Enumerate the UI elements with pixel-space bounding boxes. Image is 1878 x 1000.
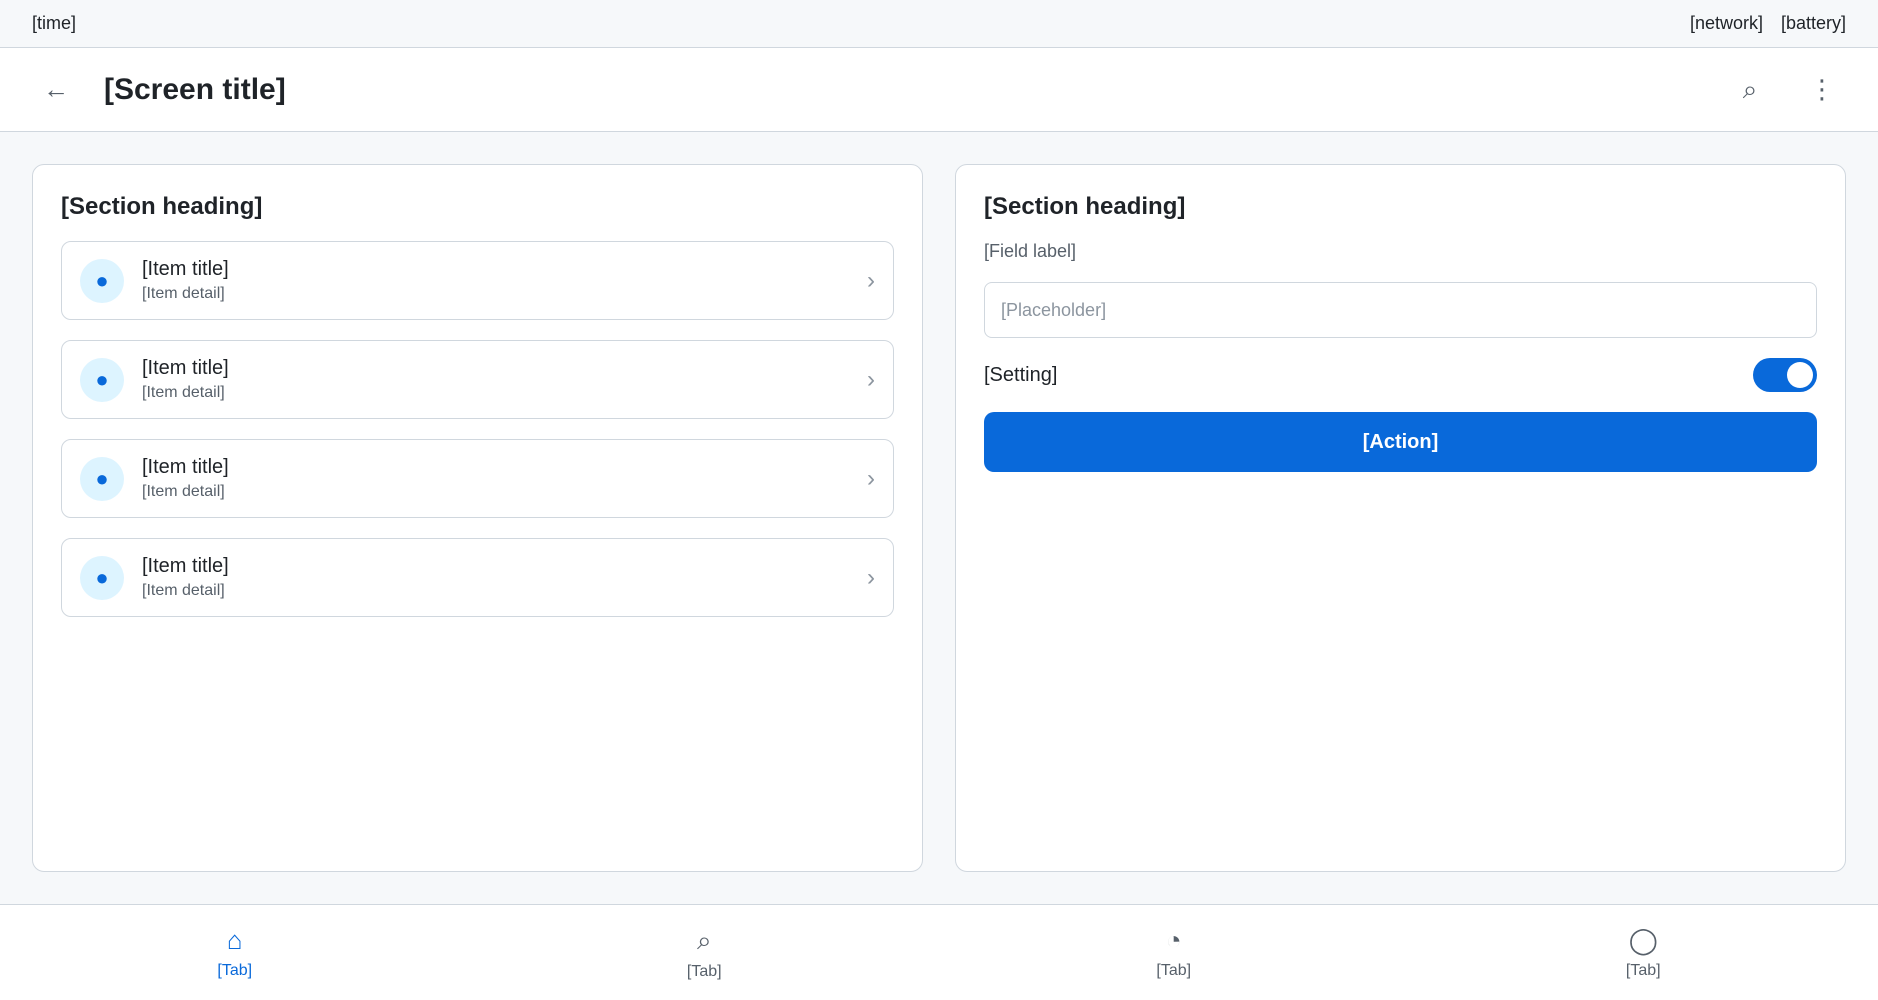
list-item[interactable]: ● [Item title] [Item detail] ›: [61, 340, 894, 419]
search-icon[interactable]: ⌕: [1726, 66, 1774, 114]
toggle-label: [Setting]: [984, 363, 1058, 386]
app-screen: [time] [network] [battery] ← [Screen tit…: [0, 0, 1878, 1000]
item-icon: ●: [80, 456, 124, 501]
item-text: [Item title] [Item detail]: [142, 555, 849, 600]
status-indicators: [network] [battery]: [1690, 13, 1846, 34]
field-label: [Field label]: [984, 241, 1077, 261]
nav-item-4[interactable]: ◯ [Tab]: [1409, 905, 1878, 1000]
item-text: [Item title] [Item detail]: [142, 258, 849, 303]
home-icon: ⌂: [226, 925, 243, 955]
status-bar: [time] [network] [battery]: [0, 0, 1878, 48]
item-icon: ●: [80, 258, 124, 303]
nav-label: [Tab]: [217, 962, 253, 979]
item-title: [Item title]: [142, 357, 229, 379]
chevron-right-icon: ›: [867, 464, 875, 492]
item-icon: ●: [80, 357, 124, 402]
main-content: [Section heading] ● [Item title] [Item d…: [0, 132, 1878, 904]
nav-label: [Tab]: [1625, 962, 1661, 979]
profile-icon: ◯: [1628, 925, 1658, 955]
bell-icon: ◔: [1165, 925, 1182, 955]
item-title: [Item title]: [142, 555, 229, 577]
item-title: [Item title]: [142, 258, 229, 280]
chevron-right-icon: ›: [867, 365, 875, 393]
nav-item-2[interactable]: ⌕ [Tab]: [470, 905, 940, 1000]
text-field[interactable]: [984, 282, 1817, 338]
list-item[interactable]: ● [Item title] [Item detail] ›: [61, 241, 894, 320]
item-subtitle: [Item detail]: [142, 582, 225, 599]
submit-button[interactable]: [Action]: [984, 412, 1817, 472]
nav-item-3[interactable]: ◔ [Tab]: [939, 905, 1409, 1000]
app-bar: ← [Screen title] ⌕ ⋮: [0, 48, 1878, 132]
form-heading: [Section heading]: [984, 193, 1186, 220]
item-subtitle: [Item detail]: [142, 483, 225, 500]
nav-label: [Tab]: [1156, 962, 1192, 979]
form-panel: [Section heading] [Field label] [Setting…: [955, 164, 1846, 872]
status-time: [time]: [32, 13, 77, 33]
screen-title: [Screen title]: [104, 72, 286, 106]
toggle-row: [Setting]: [984, 358, 1817, 392]
list-heading: [Section heading]: [61, 193, 263, 220]
bottom-nav: ⌂ [Tab] ⌕ [Tab] ◔ [Tab] ◯ [Tab]: [0, 904, 1878, 1000]
item-text: [Item title] [Item detail]: [142, 357, 849, 402]
item-subtitle: [Item detail]: [142, 285, 225, 302]
chevron-right-icon: ›: [867, 266, 875, 294]
search-icon: ⌕: [696, 924, 712, 955]
nav-item-1[interactable]: ⌂ [Tab]: [0, 905, 470, 1000]
more-icon[interactable]: ⋮: [1798, 66, 1846, 114]
item-text: [Item title] [Item detail]: [142, 456, 849, 501]
chevron-right-icon: ›: [867, 563, 875, 591]
item-title: [Item title]: [142, 456, 229, 478]
nav-label: [Tab]: [686, 962, 722, 980]
back-icon[interactable]: ←: [32, 66, 80, 114]
network-indicator: [network]: [1689, 13, 1763, 33]
list-item[interactable]: ● [Item title] [Item detail] ›: [61, 439, 894, 518]
list-item[interactable]: ● [Item title] [Item detail] ›: [61, 538, 894, 617]
list-panel: [Section heading] ● [Item title] [Item d…: [32, 164, 923, 872]
item-icon: ●: [80, 555, 124, 600]
battery-indicator: [battery]: [1780, 13, 1846, 33]
item-subtitle: [Item detail]: [142, 384, 225, 401]
setting-toggle[interactable]: [1753, 358, 1817, 392]
